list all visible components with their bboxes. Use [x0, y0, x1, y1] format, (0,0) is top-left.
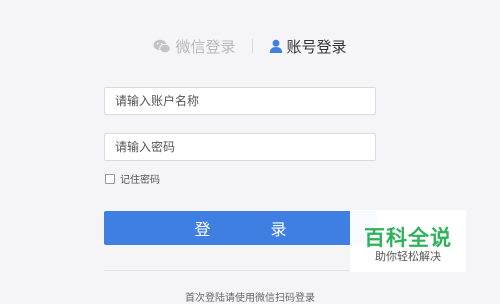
wechat-icon	[153, 39, 172, 54]
remember-password-checkbox[interactable]	[105, 173, 115, 184]
account-name-input[interactable]	[104, 87, 376, 115]
divider	[104, 270, 377, 271]
tab-wechat-login[interactable]: 微信登录	[153, 36, 236, 57]
tab-wechat-label: 微信登录	[175, 37, 236, 56]
password-input[interactable]	[104, 133, 376, 161]
tab-separator	[251, 39, 253, 53]
user-icon	[269, 39, 283, 53]
login-tabs: 微信登录 账号登录	[0, 33, 500, 59]
footer-note: 首次登陆请使用微信扫码登录	[185, 293, 315, 304]
tab-account-label: 账号登录	[286, 37, 347, 56]
remember-password-label: 记住密码	[120, 175, 160, 186]
watermark-subtitle: 助你轻松解决	[375, 250, 441, 263]
tab-account-login[interactable]: 账号登录	[269, 36, 347, 57]
remember-password-option[interactable]: 记住密码	[105, 171, 160, 186]
watermark-logo: 百科全说 助你轻松解决	[350, 210, 466, 272]
login-button[interactable]: 登 录	[104, 211, 377, 245]
